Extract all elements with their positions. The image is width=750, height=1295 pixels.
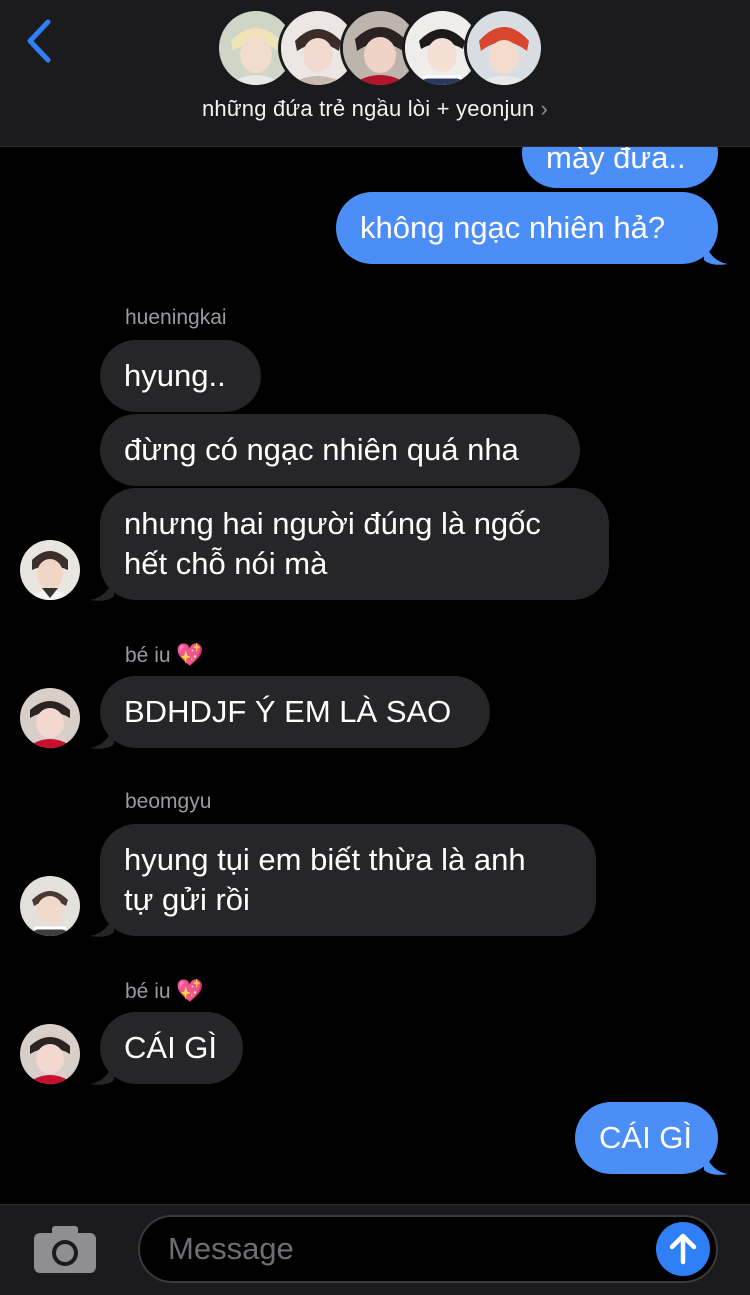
bubble-tail [90, 912, 114, 937]
message-text-line: hyung tụi em biết thừa là anh [124, 842, 526, 877]
avatar-image [20, 876, 80, 936]
conversation-title[interactable]: những đứa trẻ ngầu lòi + yeonjun › [0, 96, 750, 122]
sparkling-heart-icon: 💖 [176, 642, 204, 667]
sender-name: bé iu 💖 [125, 978, 204, 1003]
avatar-image [20, 1024, 80, 1084]
message-text-line: nhưng hai người đúng là ngốc [124, 506, 541, 541]
composer-bar: Message [0, 1204, 750, 1295]
message-text: BDHDJF Ý EM LÀ SAO [124, 694, 452, 729]
contact-avatar[interactable] [20, 1024, 80, 1084]
bubble-tail [90, 576, 114, 601]
conversation-header: những đứa trẻ ngầu lòi + yeonjun › [0, 0, 750, 147]
camera-icon[interactable] [32, 1223, 98, 1275]
sender-name: beomgyu [125, 790, 212, 813]
message-thread[interactable]: mày đưa.. không ngạc nhiên hả? hueningka… [0, 0, 750, 1200]
outgoing-message[interactable]: không ngạc nhiên hả? [336, 192, 718, 264]
message-text-line: hết chỗ nói mà [124, 546, 328, 581]
message-text: hyung.. [124, 358, 226, 393]
bubble-tail [90, 1060, 114, 1085]
bubble-tail [90, 724, 114, 749]
contact-avatar[interactable] [20, 540, 80, 600]
message-text: CÁI GÌ [124, 1030, 218, 1065]
group-name: những đứa trẻ ngầu lòi + yeonjun [201, 96, 535, 121]
contact-avatar[interactable] [20, 876, 80, 936]
outgoing-message[interactable]: CÁI GÌ [575, 1102, 718, 1174]
arrow-up-icon [669, 1233, 697, 1265]
incoming-message[interactable]: BDHDJF Ý EM LÀ SAO [100, 676, 490, 748]
message-input[interactable]: Message [138, 1215, 718, 1283]
sender-name: hueningkai [125, 306, 227, 329]
avatar-image [20, 688, 80, 748]
group-avatars[interactable] [216, 8, 544, 90]
bubble-tail [704, 1150, 728, 1175]
message-text: không ngạc nhiên hả? [360, 210, 666, 245]
avatar-image [20, 540, 80, 600]
message-text: đừng có ngạc nhiên quá nha [124, 432, 519, 467]
sparkling-heart-icon: 💖 [176, 978, 204, 1003]
send-button[interactable] [656, 1222, 710, 1276]
message-text: CÁI GÌ [599, 1120, 693, 1155]
contact-avatar[interactable] [20, 688, 80, 748]
incoming-message[interactable]: CÁI GÌ [100, 1012, 243, 1084]
incoming-message[interactable]: hyung tụi em biết thừa là anh tự gửi rồi [100, 824, 596, 936]
sender-name: bé iu 💖 [125, 642, 204, 667]
message-text-line: tự gửi rồi [124, 882, 250, 917]
incoming-message[interactable]: nhưng hai người đúng là ngốc hết chỗ nói… [100, 488, 609, 600]
incoming-message[interactable]: đừng có ngạc nhiên quá nha [100, 414, 580, 486]
chevron-left-icon[interactable] [22, 18, 56, 64]
chevron-right-icon: › [540, 96, 548, 121]
message-placeholder: Message [168, 1231, 294, 1266]
incoming-message[interactable]: hyung.. [100, 340, 261, 412]
bubble-tail [704, 240, 728, 265]
member-avatar [464, 8, 544, 88]
